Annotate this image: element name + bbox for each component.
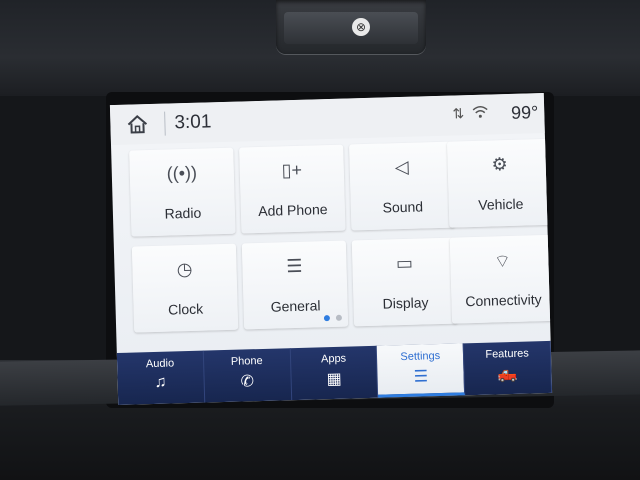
- outside-temperature: 99°: [510, 102, 539, 123]
- nav-audio[interactable]: Audio ♫: [116, 350, 206, 406]
- page-dot-1[interactable]: [323, 315, 331, 322]
- phone-icon: ✆: [240, 373, 255, 391]
- tile-label: Connectivity: [465, 291, 542, 310]
- tile-label: Display: [382, 294, 429, 312]
- tile-radio[interactable]: ((•)) Radio: [129, 147, 236, 237]
- home-icon[interactable]: [126, 114, 149, 135]
- radio-antenna-icon: ((•)): [166, 162, 198, 184]
- tile-display[interactable]: ▭ Display: [351, 237, 459, 327]
- sync-arrows-icon: ⇅: [452, 105, 465, 122]
- music-note-icon: ♫: [154, 373, 167, 391]
- tile-add-phone[interactable]: ▯+ Add Phone: [239, 144, 346, 234]
- nav-label: Apps: [320, 352, 347, 366]
- hazard-switch[interactable]: ⊗: [276, 0, 426, 54]
- tile-clock[interactable]: ◷ Clock: [131, 243, 239, 333]
- add-phone-icon: ▯+: [281, 159, 303, 181]
- nav-phone[interactable]: Phone ✆: [203, 348, 292, 403]
- tile-label: General: [270, 297, 321, 315]
- speaker-icon: ◁: [394, 156, 409, 178]
- nav-label: Audio: [145, 357, 175, 371]
- tile-label: Radio: [164, 204, 202, 222]
- wifi-icon: ⌔: [493, 250, 512, 272]
- status-icons: ⇅: [452, 105, 488, 123]
- tile-label: Sound: [382, 198, 424, 216]
- tile-connectivity[interactable]: ⌔ Connectivity: [449, 234, 553, 324]
- page-indicator[interactable]: [323, 314, 343, 322]
- apps-grid-icon: ▦: [326, 370, 342, 389]
- tile-label: Clock: [167, 300, 204, 318]
- vehicle-settings-icon: ⚙: [491, 154, 509, 175]
- nav-settings[interactable]: Settings ☰: [377, 343, 466, 398]
- wifi-icon: [472, 105, 488, 122]
- hazard-icon: ⊗: [352, 18, 370, 36]
- hazard-button[interactable]: ⊗: [284, 12, 418, 44]
- tile-sound[interactable]: ◁ Sound: [349, 141, 456, 231]
- infotainment-screen: 3:01 ⇅ 99° ((•)) Radio ▯+ Add Phone ◁ So…: [109, 92, 553, 406]
- nav-apps[interactable]: Apps ▦: [290, 345, 379, 401]
- tile-vehicle[interactable]: ⚙ Vehicle: [447, 138, 553, 228]
- settings-sliders-icon: ☰: [413, 368, 429, 386]
- nav-features[interactable]: Features 🛻: [463, 340, 553, 396]
- tile-label: Add Phone: [258, 201, 328, 220]
- nav-label: Settings: [400, 349, 441, 364]
- sliders-icon: ☰: [286, 255, 303, 277]
- settings-grid: ((•)) Radio ▯+ Add Phone ◁ Sound ⚙ Vehic…: [129, 138, 553, 341]
- display-icon: ▭: [395, 252, 414, 274]
- truck-icon: 🛻: [497, 365, 518, 384]
- page-dot-2[interactable]: [335, 314, 343, 321]
- clock-icon: ◷: [176, 258, 193, 280]
- status-divider: [164, 111, 166, 136]
- nav-label: Features: [485, 347, 529, 361]
- nav-label: Phone: [230, 354, 263, 368]
- tile-label: Vehicle: [478, 195, 524, 213]
- clock-time: 3:01: [174, 111, 212, 134]
